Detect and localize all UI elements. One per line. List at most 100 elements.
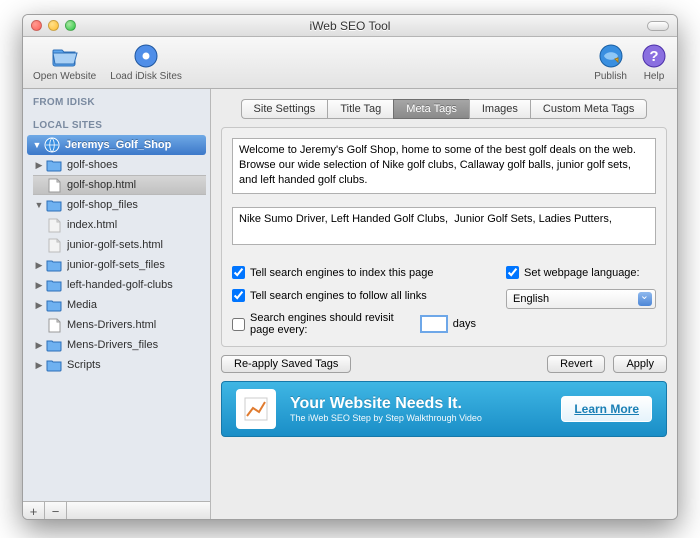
file-icon [45,177,63,193]
globe-publish-icon [598,43,624,69]
tree-label: junior-golf-sets.html [67,239,163,251]
folder-icon [45,257,63,273]
sidebar-section-idisk: FROM IDISK [23,89,210,112]
main-panel: Site Settings Title Tag Meta Tags Images… [211,89,677,520]
file-icon [45,237,63,253]
index-checkbox[interactable] [232,266,245,279]
disclosure-triangle-icon[interactable]: ▶ [33,340,45,351]
tree-label: Mens-Drivers_files [67,339,158,351]
sidebar-section-local: LOCAL SITES [23,112,210,135]
tree-label: golf-shop.html [67,179,136,191]
meta-keywords-input[interactable]: Nike Sumo Driver, Left Handed Golf Clubs… [232,207,656,245]
globe-icon [43,137,61,153]
meta-tags-panel: Welcome to Jeremy's Golf Shop, home to s… [221,127,667,347]
publish-button[interactable]: Publish [594,43,627,82]
tab-custom-meta[interactable]: Custom Meta Tags [530,99,648,119]
tree-label: Scripts [67,359,101,371]
tab-title-tag[interactable]: Title Tag [327,99,393,119]
disclosure-triangle-icon[interactable]: ▶ [33,280,45,291]
window-title: iWeb SEO Tool [23,19,677,33]
idisk-icon [133,43,159,69]
tree-item[interactable]: ▶ golf-shoes [33,155,206,175]
disclosure-triangle-icon[interactable]: ▼ [31,140,43,150]
index-checkbox-row[interactable]: Tell search engines to index this page [232,266,476,279]
revisit-checkbox[interactable] [232,318,245,331]
file-tree: ▶ golf-shoes golf-shop.html ▼golf-shop_fi… [33,155,210,375]
follow-checkbox-row[interactable]: Tell search engines to follow all links [232,289,476,302]
folder-icon [45,157,63,173]
file-icon [45,317,63,333]
disclosure-triangle-icon[interactable]: ▶ [33,360,45,371]
learn-more-button[interactable]: Learn More [561,396,652,422]
svg-text:?: ? [649,48,658,65]
tree-item[interactable]: Mens-Drivers.html [33,315,206,335]
toolbar: Open Website Load iDisk Sites Publish ? … [23,37,677,89]
help-button[interactable]: ? Help [641,43,667,82]
titlebar: iWeb SEO Tool [23,15,677,37]
tab-images[interactable]: Images [469,99,530,119]
tree-item[interactable]: ▶ Media [33,295,206,315]
sidebar-site-row[interactable]: ▼ Jeremys_Golf_Shop [27,135,206,155]
toolbar-label: Help [644,71,665,82]
site-name-label: Jeremys_Golf_Shop [65,139,171,151]
checkbox-label: Tell search engines to follow all links [250,290,427,302]
tree-item[interactable]: ▶ junior-golf-sets_files [33,255,206,275]
tree-item[interactable]: junior-golf-sets.html [33,235,206,255]
folder-open-icon [52,43,78,69]
checkbox-label: Set webpage language: [524,267,640,279]
minimize-icon[interactable] [48,20,59,31]
sidebar-footer: + − [23,501,210,520]
promo-banner: Your Website Needs It. The iWeb SEO Step… [221,381,667,437]
help-icon: ? [641,43,667,69]
file-icon [45,217,63,233]
disclosure-triangle-icon[interactable]: ▶ [33,260,45,271]
language-select[interactable]: English [506,289,656,309]
button-row: Re-apply Saved Tags Revert Apply [221,355,667,373]
disclosure-triangle-icon[interactable]: ▶ [33,300,45,311]
disclosure-triangle-icon[interactable]: ▶ [33,160,45,171]
tree-label: Mens-Drivers.html [67,319,156,331]
apply-button[interactable]: Apply [613,355,667,373]
tree-item[interactable]: ▼golf-shop_files [33,195,206,215]
tree-label: index.html [67,219,117,231]
close-icon[interactable] [31,20,42,31]
toolbar-label: Load iDisk Sites [110,71,182,82]
revert-button[interactable]: Revert [547,355,605,373]
revisit-checkbox-row[interactable]: Search engines should revisit page every… [232,312,476,336]
toolbar-label: Publish [594,71,627,82]
tree-item[interactable]: ▶ Mens-Drivers_files [33,335,206,355]
tree-item[interactable]: ▶ left-handed-golf-clubs [33,275,206,295]
follow-checkbox[interactable] [232,289,245,302]
language-checkbox[interactable] [506,266,519,279]
banner-subtitle: The iWeb SEO Step by Step Walkthrough Vi… [290,413,547,423]
language-checkbox-row[interactable]: Set webpage language: [506,266,656,279]
sidebar: FROM IDISK LOCAL SITES ▼ Jeremys_Golf_Sh… [23,89,211,520]
tree-label: left-handed-golf-clubs [67,279,173,291]
meta-description-input[interactable]: Welcome to Jeremy's Golf Shop, home to s… [232,138,656,194]
tree-label: golf-shoes [67,159,118,171]
load-idisk-button[interactable]: Load iDisk Sites [110,43,182,82]
toolbar-label: Open Website [33,71,96,82]
tree-item[interactable]: index.html [33,215,206,235]
toolbar-toggle-icon[interactable] [647,21,669,31]
tree-item[interactable]: ▶ Scripts [33,355,206,375]
tab-bar: Site Settings Title Tag Meta Tags Images… [221,99,667,119]
zoom-icon[interactable] [65,20,76,31]
checkbox-label: Search engines should revisit page every… [250,312,415,336]
disclosure-triangle-icon[interactable]: ▼ [33,200,45,210]
folder-icon [45,277,63,293]
open-website-button[interactable]: Open Website [33,43,96,82]
app-window: iWeb SEO Tool Open Website Load iDisk Si… [22,14,678,520]
folder-icon [45,357,63,373]
tree-label: Media [67,299,97,311]
tree-item-selected[interactable]: golf-shop.html [33,175,206,195]
checkbox-label: Tell search engines to index this page [250,267,433,279]
tab-site-settings[interactable]: Site Settings [241,99,328,119]
tree-label: junior-golf-sets_files [67,259,165,271]
remove-button[interactable]: − [45,502,67,520]
tab-meta-tags[interactable]: Meta Tags [393,99,469,119]
folder-icon [45,337,63,353]
reapply-button[interactable]: Re-apply Saved Tags [221,355,351,373]
add-button[interactable]: + [23,502,45,520]
revisit-days-input[interactable] [420,315,448,333]
